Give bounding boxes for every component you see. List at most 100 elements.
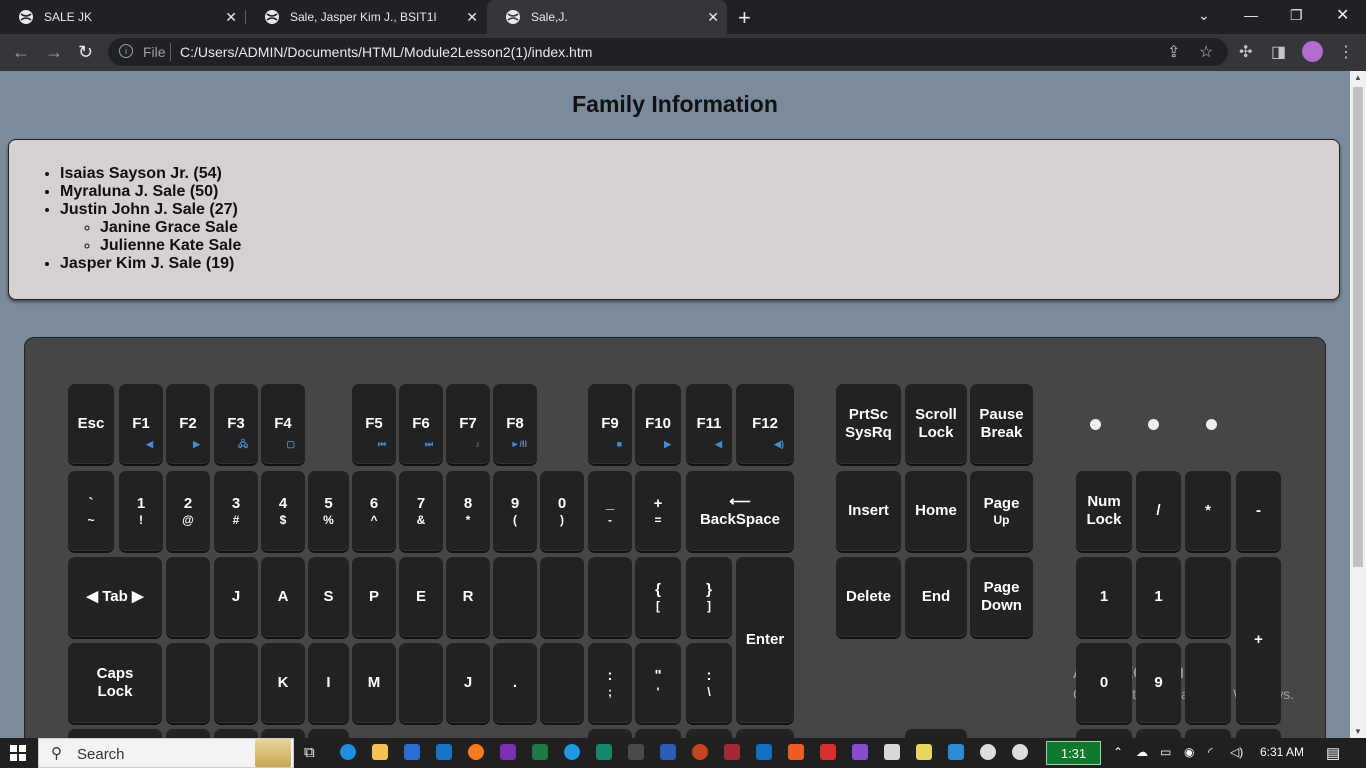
key-esc[interactable]: Esc [68, 384, 114, 464]
key-semicolon[interactable]: :; [588, 643, 632, 723]
access-icon[interactable] [724, 744, 740, 760]
share-icon[interactable]: ⇪ [1167, 42, 1180, 62]
key-a[interactable] [166, 643, 210, 723]
system-clock[interactable]: 6:31 AM [1260, 745, 1304, 759]
key-k5[interactable]: 5% [308, 471, 349, 551]
scheme-chip[interactable]: File [143, 44, 166, 60]
tab-sale-jk[interactable]: SALE JK ✕ [0, 0, 245, 34]
mail-icon[interactable] [436, 744, 452, 760]
forward-arrow-icon[interactable]: → [45, 42, 63, 63]
key-row_bottom-4[interactable] [308, 729, 349, 738]
key-o[interactable] [540, 557, 584, 637]
file-explorer-icon[interactable] [372, 744, 388, 760]
key-home[interactable]: Home [905, 471, 967, 551]
key-f7[interactable]: F7 ♪ [446, 384, 490, 464]
notification-icon[interactable]: ▤ [1326, 744, 1340, 762]
key-f12[interactable]: F12 ◀) [736, 384, 794, 464]
battery-icon[interactable]: ▭ [1160, 745, 1171, 759]
key-np7[interactable]: 1 [1076, 557, 1132, 637]
key-f2[interactable]: F2 ▶ [166, 384, 210, 464]
key-prtsc[interactable]: PrtSc SysRq [836, 384, 901, 464]
key-plus[interactable]: + = [635, 471, 681, 551]
key-npminus[interactable]: - [1236, 471, 1281, 551]
key-l[interactable] [540, 643, 584, 723]
key-k2[interactable]: 2 @ [166, 471, 210, 551]
profile-avatar[interactable] [1302, 41, 1323, 62]
key-np9[interactable] [1185, 557, 1231, 637]
bookmark-star-icon[interactable]: ☆ [1199, 42, 1213, 62]
scroll-down-icon[interactable]: ▼ [1354, 727, 1362, 736]
key-k7[interactable]: 7 & [399, 471, 443, 551]
close-window-button[interactable]: ✕ [1336, 5, 1349, 25]
key-y[interactable]: E [399, 557, 443, 637]
reload-icon[interactable]: ↻ [78, 42, 93, 63]
tab-search-chevron-icon[interactable]: ⌄ [1198, 7, 1210, 24]
key-quote[interactable]: " ' [635, 643, 681, 723]
key-u[interactable]: R [446, 557, 490, 637]
key-h[interactable] [399, 643, 443, 723]
skype-icon[interactable] [564, 744, 580, 760]
edge-icon[interactable] [340, 744, 356, 760]
key-end[interactable]: End [905, 557, 967, 637]
chrome-icon[interactable] [1012, 744, 1028, 760]
timer-badge[interactable]: 1:31 [1046, 741, 1101, 765]
key-pagedown[interactable]: Page Down [970, 557, 1033, 637]
publisher-icon[interactable] [596, 744, 612, 760]
extensions-puzzle-icon[interactable]: ✣ [1239, 42, 1252, 62]
wps-icon[interactable] [820, 744, 836, 760]
key-np4[interactable]: 0 [1076, 643, 1132, 723]
key-j[interactable]: J [446, 643, 490, 723]
key-t[interactable]: P [352, 557, 396, 637]
notepad-icon[interactable] [884, 744, 900, 760]
key-k6[interactable]: 6 ^ [352, 471, 396, 551]
key-tab[interactable]: ◀ Tab ▶ [68, 557, 162, 637]
scroll-thumb[interactable] [1353, 87, 1363, 567]
key-backslash[interactable]: : \ [686, 643, 732, 723]
key-row_bottom-9[interactable] [905, 729, 967, 738]
task-view-icon[interactable]: ⧉ [304, 744, 315, 761]
back-arrow-icon[interactable]: ← [12, 42, 30, 63]
scroll-up-icon[interactable]: ▲ [1354, 73, 1362, 82]
key-row_bottom-3[interactable] [261, 729, 305, 738]
side-panel-icon[interactable]: ◨ [1271, 42, 1286, 62]
key-row_bottom-6[interactable] [635, 729, 681, 738]
key-row_bottom-1[interactable] [166, 729, 210, 738]
key-row_bottom-0[interactable] [68, 729, 162, 738]
close-tab-icon[interactable]: ✕ [225, 9, 237, 26]
key-scroll[interactable]: Scroll Lock [905, 384, 967, 464]
vertical-scrollbar[interactable]: ▲ ▼ [1350, 71, 1366, 738]
show-hidden-icons-icon[interactable]: ⌃ [1113, 745, 1123, 759]
key-f5[interactable]: F5 ⏮ [352, 384, 396, 464]
key-insert[interactable]: Insert [836, 471, 901, 551]
windows-start-icon[interactable] [10, 745, 26, 761]
tab-sale-j-active[interactable]: Sale,J. ✕ [487, 0, 727, 34]
key-k9[interactable]: 9( [493, 471, 537, 551]
key-f[interactable]: I [308, 643, 349, 723]
new-tab-button[interactable]: + [738, 5, 751, 31]
key-i[interactable] [493, 557, 537, 637]
key-row_bottom-7[interactable] [686, 729, 732, 738]
url-text[interactable]: C:/Users/ADMIN/Documents/HTML/Module2Les… [180, 44, 592, 60]
key-row_bottom-12[interactable] [1185, 729, 1231, 738]
key-rbracket[interactable]: }] [686, 557, 732, 637]
volume-icon[interactable]: ◁) [1230, 745, 1243, 759]
close-tab-icon[interactable]: ✕ [707, 9, 719, 26]
outlook-icon[interactable] [756, 744, 772, 760]
key-f4[interactable]: F4 ▢ [261, 384, 305, 464]
notes-icon[interactable] [916, 744, 932, 760]
key-caps[interactable]: Caps Lock [68, 643, 162, 723]
key-k4[interactable]: 4 $ [261, 471, 305, 551]
key-k[interactable]: . [493, 643, 537, 723]
powerpoint-icon[interactable] [692, 744, 708, 760]
meet-now-icon[interactable]: ◉ [1184, 745, 1194, 759]
firefox-icon[interactable] [468, 744, 484, 760]
excel-icon[interactable] [532, 744, 548, 760]
key-numlock[interactable]: Num Lock [1076, 471, 1132, 551]
key-pause[interactable]: Pause Break [970, 384, 1033, 464]
key-f8[interactable]: F8 ►/II [493, 384, 537, 464]
key-k1[interactable]: 1! [119, 471, 163, 551]
key-lbracket[interactable]: {[ [635, 557, 681, 637]
key-backspace[interactable]: ⟵ BackSpace [686, 471, 794, 551]
calculator-icon[interactable] [628, 744, 644, 760]
key-np6[interactable] [1185, 643, 1231, 723]
